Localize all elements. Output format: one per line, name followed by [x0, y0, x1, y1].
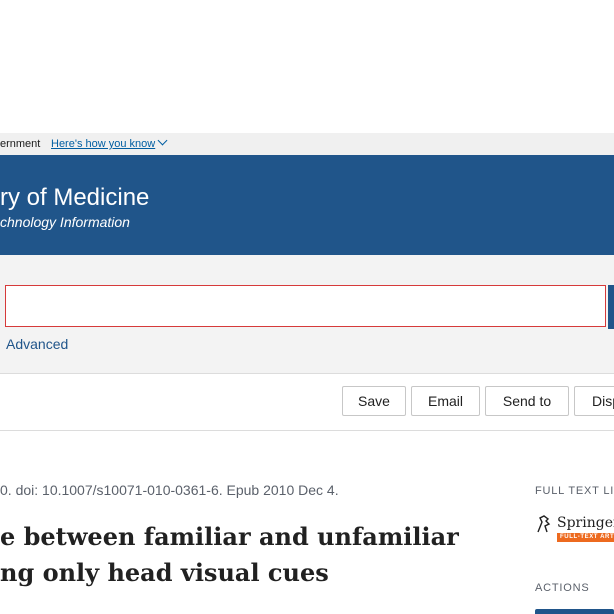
site-title[interactable]: ry of Medicine [0, 184, 149, 212]
display-options-button[interactable]: Disp [574, 386, 614, 416]
site-header: ry of Medicine chnology Information [0, 155, 614, 255]
article-title-line-1: e between familiar and unfamiliar [0, 522, 459, 551]
article-title: e between familiar and unfamiliar ng onl… [0, 519, 459, 591]
article-title-line-2: ng only head visual cues [0, 558, 329, 587]
site-subtitle: chnology Information [0, 214, 130, 230]
send-to-button[interactable]: Send to [485, 386, 569, 416]
heres-how-you-know-label: Here's how you know [51, 138, 156, 150]
email-button[interactable]: Email [411, 386, 480, 416]
gov-banner: ernment Here's how you know [0, 133, 614, 155]
actions-heading: ACTIONS [535, 582, 590, 594]
cite-button[interactable] [535, 609, 614, 614]
chevron-down-icon [157, 135, 168, 146]
springer-full-text-badge: FULL-TEXT ARTICLE [557, 533, 614, 542]
search-input[interactable] [5, 285, 606, 327]
article-citation: 0. doi: 10.1007/s10071-010-0361-6. Epub … [0, 482, 339, 498]
advanced-search-link[interactable]: Advanced [6, 336, 68, 352]
heres-how-you-know-link[interactable]: Here's how you know [51, 135, 168, 150]
search-button[interactable] [608, 285, 614, 329]
gov-banner-text: ernment [0, 138, 41, 150]
springer-full-text-link[interactable]: Springer FULL-TEXT ARTICLE [535, 513, 614, 543]
save-button[interactable]: Save [342, 386, 406, 416]
springer-horse-icon [537, 515, 551, 533]
search-area: Advanced [0, 255, 614, 374]
springer-name: Springer [557, 515, 614, 531]
full-text-links-heading: FULL TEXT LIN [535, 485, 614, 497]
article-toolbar: Save Email Send to Disp [0, 374, 614, 431]
